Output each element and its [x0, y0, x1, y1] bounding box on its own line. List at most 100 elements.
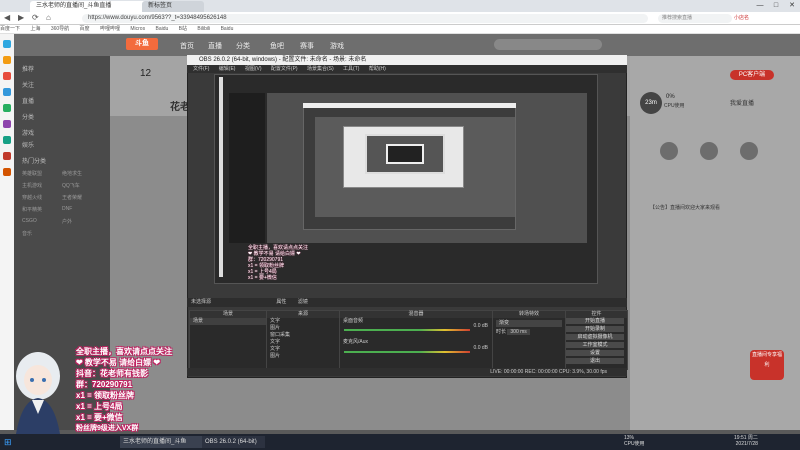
douyu-right-panel: PC客户端 23m 0% CPU使用 我爱直播 【公告】直播间欢迎大家来观看 直…	[630, 56, 800, 430]
source-item[interactable]: 文字	[267, 346, 339, 353]
category-tag[interactable]: 绝地求生	[62, 170, 82, 177]
bookmark[interactable]: B站	[179, 26, 187, 32]
category-tag[interactable]: 主机游戏	[22, 182, 42, 189]
forward-icon[interactable]: ▶	[18, 13, 24, 22]
clock-date: 2021/7/28	[735, 441, 758, 447]
start-recording-button[interactable]: 开始录制	[566, 326, 624, 332]
back-icon[interactable]: ◀	[4, 13, 10, 22]
maximize-button[interactable]: □	[768, 0, 784, 12]
category-tag[interactable]: CSGO	[22, 218, 37, 224]
app-icon[interactable]	[3, 72, 11, 80]
gift-promo[interactable]: 直播间专享福利	[750, 350, 784, 380]
sidebar-item[interactable]: 分类	[22, 112, 34, 121]
source-item[interactable]: 窗口采集	[267, 332, 339, 339]
bookmark[interactable]: Micros	[130, 26, 145, 32]
sidebar-item[interactable]: 娱乐	[22, 140, 34, 149]
nav-item[interactable]: 游戏	[330, 41, 344, 51]
app-icon[interactable]	[3, 56, 11, 64]
studio-mode-button[interactable]: 工作室模式	[566, 342, 624, 348]
notice-text: 【公告】直播间欢迎大家来观看	[650, 205, 721, 211]
refresh-icon[interactable]: ⟳	[32, 13, 39, 22]
app-icon[interactable]	[3, 136, 11, 144]
menu-item[interactable]: 配置文件(P)	[271, 66, 298, 72]
overlay-line: 群：720290791	[76, 380, 133, 389]
overlay-line: 抖音：花老师有钱影	[76, 369, 148, 378]
exit-button[interactable]: 退出	[566, 358, 624, 364]
source-item[interactable]: 图片	[267, 353, 339, 360]
menu-item[interactable]: 编辑(E)	[219, 66, 236, 72]
mixer-level: 0.0 dB	[473, 323, 488, 329]
nav-item[interactable]: 鱼吧	[270, 41, 284, 51]
sidebar-item[interactable]: 游戏	[22, 128, 34, 137]
bookmark[interactable]: 360导航	[51, 26, 69, 32]
category-tag[interactable]: 穿越火线	[22, 194, 42, 201]
category-tag[interactable]: 英雄联盟	[22, 170, 42, 177]
browser-tab-active[interactable]: 三水老师的直播间_斗鱼直播	[30, 1, 152, 12]
app-icon[interactable]	[3, 104, 11, 112]
obs-menu-bar: 文件(F) 编辑(E) 视图(V) 配置文件(P) 场景集合(S) 工具(T) …	[187, 65, 627, 73]
taskbar-item-browser[interactable]: 三水老师的直播间_斗鱼	[120, 436, 203, 448]
category-tag[interactable]: 和平精英	[22, 206, 42, 213]
source-item[interactable]: 文字	[267, 318, 339, 325]
overlay-line: 粉丝牌9级进入VX群	[76, 425, 139, 432]
category-tag[interactable]: DNF	[62, 206, 72, 212]
close-button[interactable]: ✕	[784, 0, 800, 12]
douyu-logo[interactable]: 斗鱼	[126, 38, 158, 50]
sidebar-item[interactable]: 推荐	[22, 64, 34, 73]
menu-item[interactable]: 视图(V)	[245, 66, 262, 72]
transition-select[interactable]: 渐变	[496, 320, 562, 327]
taskbar-item-obs[interactable]: OBS 26.0.2 (64-bit)	[202, 436, 265, 448]
bookmark[interactable]: Bilibili	[197, 26, 210, 32]
bookmark[interactable]: Baidu	[155, 26, 168, 32]
category-tag[interactable]: 音乐	[22, 230, 32, 237]
properties-button[interactable]: 属性	[276, 299, 286, 305]
filters-button[interactable]: 滤镜	[298, 299, 308, 305]
stat-label: CPU使用	[664, 103, 685, 109]
start-streaming-button[interactable]: 开始直播	[566, 318, 624, 324]
browser-tab-new[interactable]: 新标签页	[142, 1, 204, 12]
bookmark[interactable]: 百度一下	[0, 26, 20, 32]
nav-item[interactable]: 赛事	[300, 41, 314, 51]
app-icon[interactable]	[3, 88, 11, 96]
browser-search-input[interactable]: 推荐搜索直播	[658, 14, 732, 23]
sidebar-item[interactable]: 直播	[22, 96, 34, 105]
source-item[interactable]: 图片	[267, 325, 339, 332]
category-tag[interactable]: 户外	[62, 218, 72, 225]
bookmark[interactable]: 百度	[80, 26, 90, 32]
home-icon[interactable]: ⌂	[46, 13, 51, 22]
bookmarks-bar: 百度一下 上海 360导航 百度 哔哩哔哩 Micros Baidu B站 Bi…	[0, 25, 800, 34]
avatar[interactable]	[660, 142, 678, 160]
windows-start-icon[interactable]: ⊞	[4, 436, 16, 448]
app-icon[interactable]	[3, 120, 11, 128]
nav-item[interactable]: 首页	[180, 41, 194, 51]
sidebar-item[interactable]: 关注	[22, 80, 34, 89]
bookmark[interactable]: 哔哩哔哩	[100, 26, 120, 32]
nav-item[interactable]: 直播	[208, 41, 222, 51]
avatar[interactable]	[700, 142, 718, 160]
category-tag[interactable]: 王者荣耀	[62, 194, 82, 201]
duration-label-text: 时长	[496, 329, 507, 335]
user-label[interactable]: 小店名	[734, 14, 749, 23]
minimize-button[interactable]: —	[752, 0, 768, 12]
douyu-search-input[interactable]	[494, 39, 602, 50]
duration-input[interactable]: 300 ms	[507, 329, 530, 335]
menu-item[interactable]: 帮助(H)	[369, 66, 386, 72]
menu-item[interactable]: 文件(F)	[193, 66, 209, 72]
virtual-camera-button[interactable]: 启动虚拟摄像机	[566, 334, 624, 340]
category-tag[interactable]: QQ飞车	[62, 182, 80, 189]
menu-item[interactable]: 场景集合(S)	[307, 66, 334, 72]
app-icon[interactable]	[3, 40, 11, 48]
scene-item[interactable]: 场景	[190, 318, 266, 325]
tray-clock[interactable]: 19:51 周二 2021/7/28	[734, 435, 758, 447]
app-icon[interactable]	[3, 168, 11, 176]
url-input[interactable]: https://www.douyu.com/9563??_t=339484956…	[82, 14, 648, 23]
source-item[interactable]: 文字	[267, 339, 339, 346]
pc-client-button[interactable]: PC客户端	[730, 70, 774, 80]
settings-button[interactable]: 设置	[566, 350, 624, 356]
menu-item[interactable]: 工具(T)	[343, 66, 359, 72]
bookmark[interactable]: Baidu	[221, 26, 234, 32]
nav-item[interactable]: 分类	[236, 41, 250, 51]
app-icon[interactable]	[3, 152, 11, 160]
bookmark[interactable]: 上海	[30, 26, 40, 32]
avatar[interactable]	[740, 142, 758, 160]
